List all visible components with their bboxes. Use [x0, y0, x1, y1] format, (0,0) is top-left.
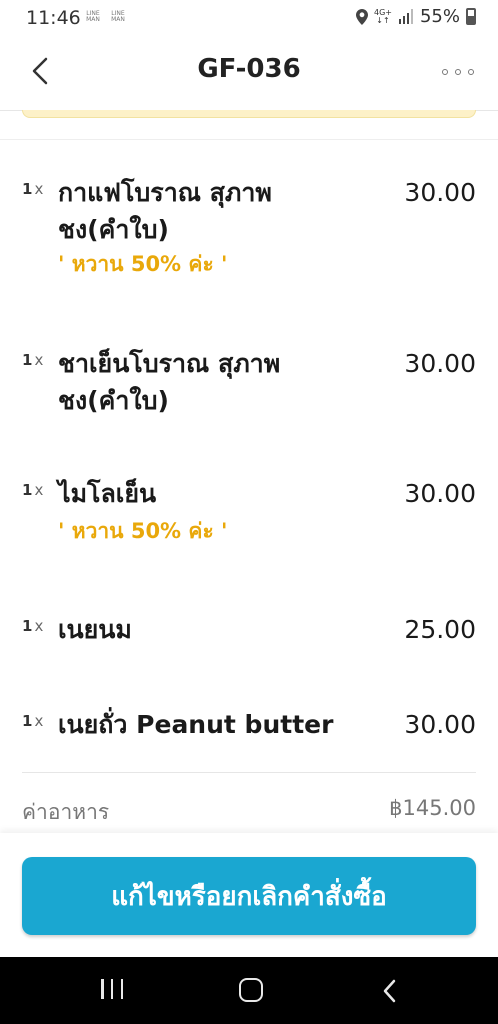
item-note: ' หวาน 50% ค่ะ ' [58, 519, 228, 543]
item-price: 30.00 [404, 349, 476, 378]
item-note: ' หวาน 50% ค่ะ ' [58, 252, 228, 276]
item-price: 30.00 [404, 710, 476, 739]
dot [468, 69, 474, 75]
header: GF-036 [0, 34, 498, 111]
item-quantity: 1x [22, 712, 43, 730]
qty-times: x [34, 617, 44, 635]
notice-banner [22, 110, 476, 118]
item-name-line: ชาเย็นโบราณ สุภาพ [58, 349, 281, 378]
location-icon [355, 8, 368, 25]
qty-times: x [34, 712, 44, 730]
item-name: เนยถั่ว Peanut butter [58, 706, 358, 743]
qty-value: 1 [22, 481, 33, 499]
bottom-action-panel: แก้ไขหรือยกเลิกคำสั่งซื้อ [0, 833, 498, 957]
status-indicators: 4G+ ↓↑ 55% [355, 6, 476, 27]
divider [0, 139, 498, 140]
item-name: กาแฟโบราณ สุภาพ ชง(คำใบ) [58, 174, 328, 248]
system-nav-bar [0, 957, 498, 1024]
system-back-icon[interactable] [380, 977, 400, 1005]
signal-icon [398, 9, 413, 24]
notification-icon: LINE MAN [111, 10, 125, 23]
item-name: เนยนม [58, 611, 328, 648]
qty-times: x [34, 351, 44, 369]
item-name-line: ไมโลเย็น [58, 479, 157, 508]
recent-apps-icon[interactable] [101, 979, 123, 1001]
item-quantity: 1x [22, 351, 43, 369]
status-bar: 11:46 LINE MAN LINE MAN 4G+ ↓↑ 55% [0, 0, 498, 34]
item-price: 25.00 [404, 615, 476, 644]
qty-value: 1 [22, 712, 33, 730]
qty-times: x [34, 180, 44, 198]
battery-fill [468, 15, 474, 23]
bar [101, 979, 104, 999]
item-price: 30.00 [404, 479, 476, 508]
item-quantity: 1x [22, 180, 43, 198]
item-name-line: เนยนม [58, 615, 132, 644]
qty-times: x [34, 481, 44, 499]
edit-or-cancel-order-button[interactable]: แก้ไขหรือยกเลิกคำสั่งซื้อ [22, 857, 476, 935]
network-indicator: 4G+ ↓↑ [374, 8, 392, 25]
page-title: GF-036 [197, 54, 301, 84]
home-icon[interactable] [239, 978, 263, 1002]
dot [455, 69, 461, 75]
battery-icon [466, 8, 476, 25]
qty-value: 1 [22, 180, 33, 198]
battery-percent: 55% [419, 6, 460, 27]
item-name-line: ชง(คำใบ) [58, 215, 169, 244]
dot [442, 69, 448, 75]
item-name-line: กาแฟโบราณ สุภาพ [58, 178, 272, 207]
divider [22, 772, 476, 773]
item-quantity: 1x [22, 481, 43, 499]
bar [110, 979, 114, 999]
item-name-line: ชง(คำใบ) [58, 386, 169, 415]
qty-value: 1 [22, 617, 33, 635]
item-price: 30.00 [404, 178, 476, 207]
item-name: ไมโลเย็น [58, 475, 328, 512]
more-options-icon[interactable] [442, 67, 474, 77]
food-cost-value: ฿145.00 [389, 796, 476, 820]
item-quantity: 1x [22, 617, 43, 635]
qty-value: 1 [22, 351, 33, 369]
bar [120, 979, 123, 999]
notification-icon: LINE MAN [86, 10, 100, 23]
item-name: ชาเย็นโบราณ สุภาพ ชง(คำใบ) [58, 345, 328, 419]
item-name-line: เนยถั่ว Peanut butter [58, 710, 334, 739]
food-cost-label: ค่าอาหาร [22, 800, 110, 824]
data-arrows-icon: ↓↑ [376, 15, 390, 25]
status-time: 11:46 [26, 7, 81, 29]
